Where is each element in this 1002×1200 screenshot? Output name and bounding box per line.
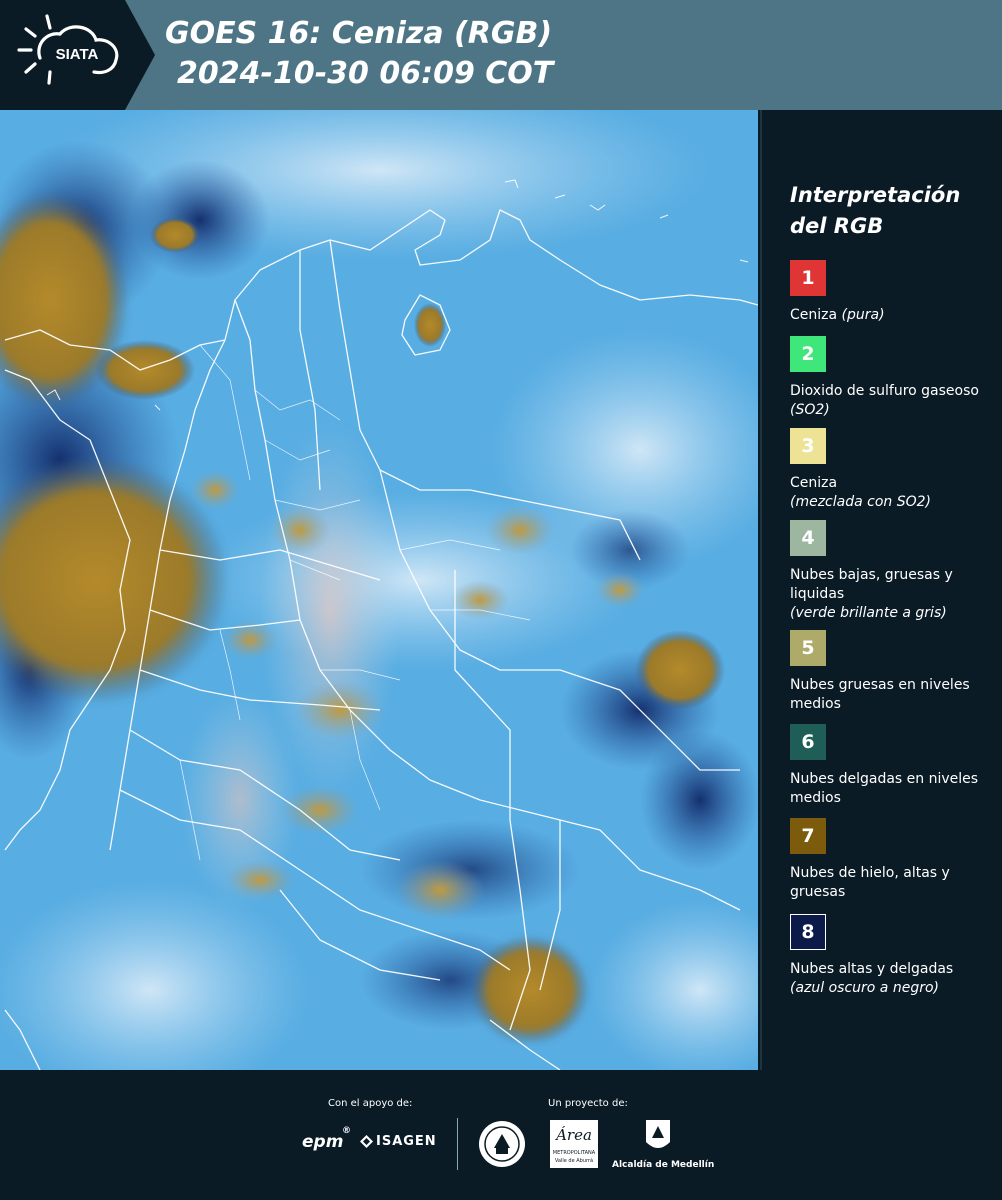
legend-note: (SO2) <box>790 402 830 418</box>
legend-note: (azul oscuro a negro) <box>790 980 939 996</box>
siata-logo: SIATA <box>0 0 155 110</box>
page-title: GOES 16: Ceniza (RGB) 2024-10-30 06:09 C… <box>165 14 553 94</box>
legend-item: 3 Ceniza (mezclada con SO2) <box>790 428 1000 512</box>
project-label: Un proyecto de: <box>548 1098 628 1109</box>
isagen-logo: ISAGEN <box>360 1134 437 1149</box>
legend-item: 4 Nubes bajas, gruesas y liquidas (verde … <box>790 520 1000 623</box>
legend-item: 2 Dioxido de sulfuro gaseoso (SO2) <box>790 336 1000 420</box>
legend-swatch: 3 <box>790 428 826 464</box>
legend-swatch: 4 <box>790 520 826 556</box>
legend-label: Nubes gruesas en niveles medios <box>790 677 970 712</box>
legend-item: 5 Nubes gruesas en niveles medios <box>790 630 1000 714</box>
epm-logo: epm <box>302 1132 344 1152</box>
area-logo-sub2: Valle de Aburrá <box>554 1158 594 1164</box>
title-line-timestamp: 2024-10-30 06:09 COT <box>177 56 554 91</box>
legend-item: 8 Nubes altas y delgadas (azul oscuro a n… <box>790 914 1000 998</box>
medellin-shield-icon <box>644 1118 672 1156</box>
legend-label: Nubes altas y delgadas <box>790 961 954 977</box>
area-metropolitana-logo: Área METROPOLITANA Valle de Aburrá <box>550 1120 598 1168</box>
registered-icon: ® <box>342 1126 351 1136</box>
legend-label: Nubes de hielo, altas y gruesas <box>790 865 950 900</box>
legend-swatch: 8 <box>790 914 826 950</box>
area-logo-title: Área <box>556 1126 592 1144</box>
legend-note: (verde brillante a gris) <box>790 605 947 621</box>
header-bar: SIATA GOES 16: Ceniza (RGB) 2024-10-30 0… <box>0 0 1002 110</box>
legend-item: 6 Nubes delgadas en niveles medios <box>790 724 1000 808</box>
legend-note: (pura) <box>841 307 885 323</box>
legend-label: Dioxido de sulfuro gaseoso <box>790 383 979 399</box>
title-line-product: GOES 16: Ceniza (RGB) <box>165 16 553 51</box>
legend-swatch: 1 <box>790 260 826 296</box>
area-logo-sub1: METROPOLITANA <box>552 1150 596 1156</box>
legend-label: Nubes bajas, gruesas y liquidas <box>790 567 953 602</box>
rgb-legend: Interpretación del RGB 1 Ceniza (pura) 2… <box>760 110 1002 1070</box>
support-label: Con el apoyo de: <box>328 1098 413 1109</box>
legend-label: Ceniza <box>790 307 838 323</box>
footer-sponsors: Con el apoyo de: Un proyecto de: epm ® I… <box>0 1070 1002 1200</box>
legend-item: 7 Nubes de hielo, altas y gruesas <box>790 818 1000 902</box>
legend-swatch: 7 <box>790 818 826 854</box>
siata-logo-text: SIATA <box>56 46 99 63</box>
legend-swatch: 5 <box>790 630 826 666</box>
legend-label: Nubes delgadas en niveles medios <box>790 771 979 806</box>
legend-swatch: 2 <box>790 336 826 372</box>
footer-divider <box>457 1118 458 1170</box>
alcaldia-medellin-logo: Alcaldía de Medellín <box>612 1160 715 1170</box>
satellite-map <box>0 110 758 1070</box>
legend-label: Ceniza <box>790 475 838 491</box>
legend-swatch: 6 <box>790 724 826 760</box>
legend-note: (mezclada con SO2) <box>790 494 932 510</box>
isagen-mark-icon <box>360 1135 373 1148</box>
legend-item: 1 Ceniza (pura) <box>790 260 1000 325</box>
legend-title: Interpretación del RGB <box>790 183 961 238</box>
medellin-seal-icon <box>478 1120 526 1168</box>
